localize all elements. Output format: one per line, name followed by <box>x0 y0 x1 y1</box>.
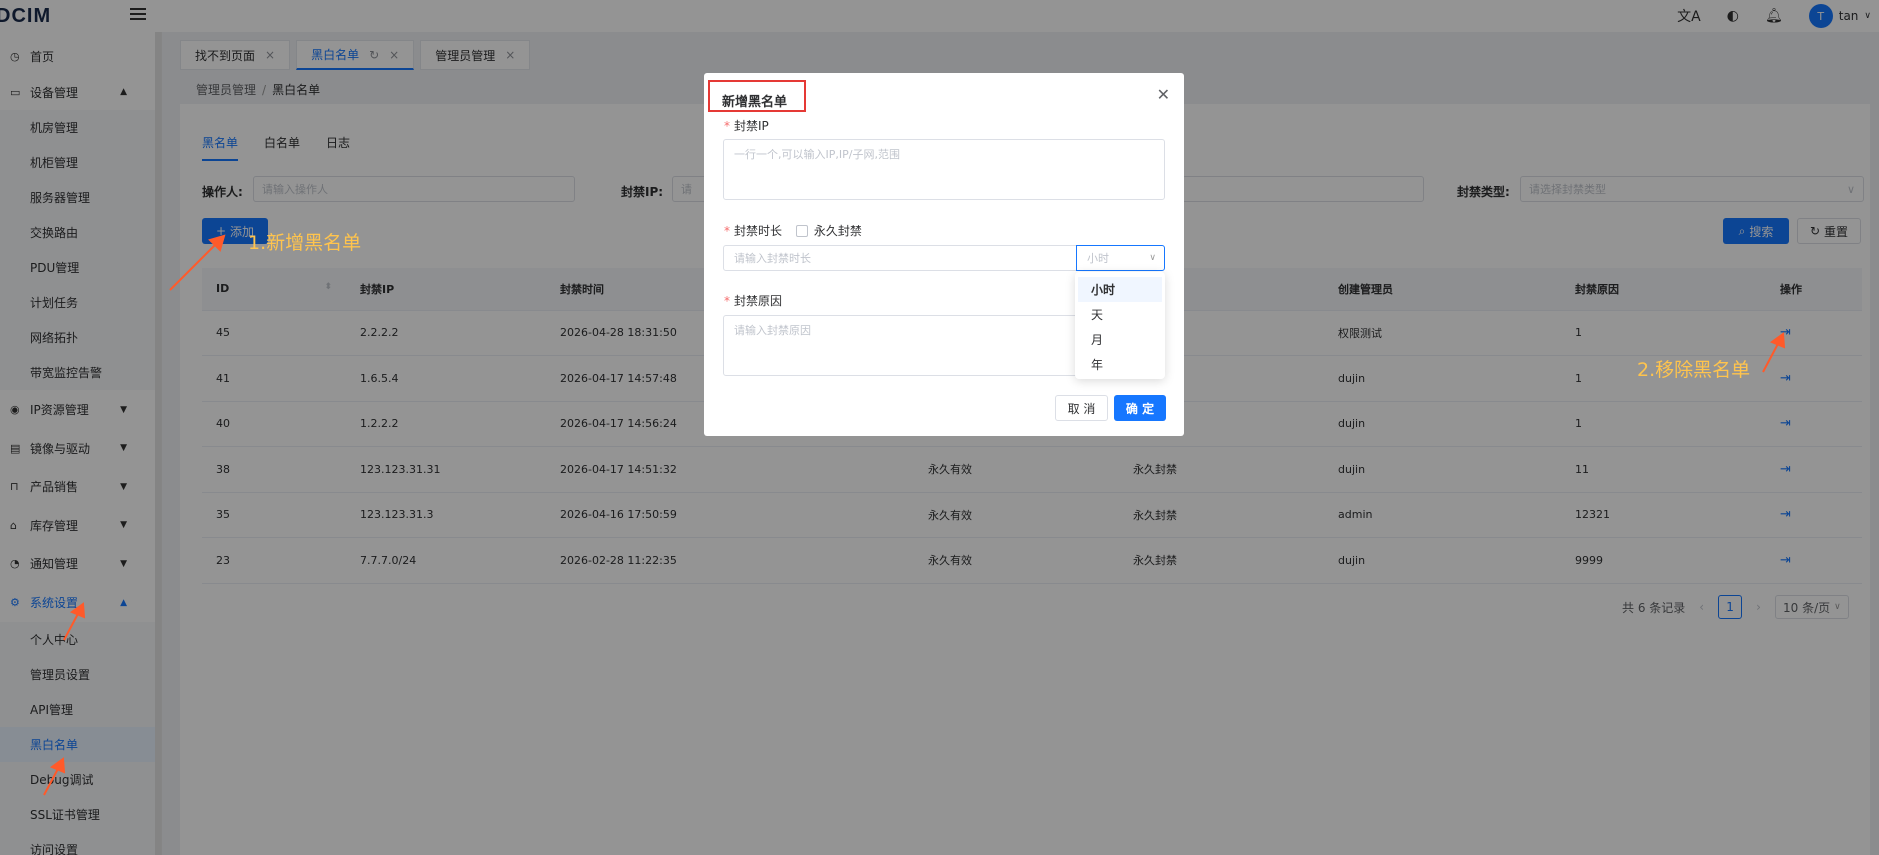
permanent-checkbox[interactable] <box>795 225 808 237</box>
cancel-button[interactable]: 取 消 <box>1055 395 1108 421</box>
chevron-down-icon: ∨ <box>1149 253 1156 263</box>
dialog-title: 新增黑名单 <box>722 95 788 110</box>
permanent-label[interactable]: 永久封禁 <box>814 224 862 238</box>
annotation-remove: 2.移除黑名单 <box>1637 359 1751 381</box>
unit-dropdown: 小时 天 月 年 <box>1075 272 1165 379</box>
duration-unit-select[interactable]: 小时 ∨ <box>1076 245 1165 271</box>
unit-option-day[interactable]: 天 <box>1078 302 1162 327</box>
duration-field-label: * 封禁时长 永久封禁 <box>724 224 862 238</box>
ip-field-label: * 封禁IP <box>724 119 769 133</box>
reason-field-label: * 封禁原因 <box>724 294 783 308</box>
add-blacklist-dialog: 新增黑名单 ✕ * 封禁IP 一行一个,可以输入IP,IP/子网,范围 * 封禁时长… <box>704 73 1184 436</box>
unit-option-month[interactable]: 月 <box>1078 327 1162 352</box>
unit-option-hour[interactable]: 小时 <box>1078 277 1162 302</box>
close-icon[interactable]: ✕ <box>1157 85 1170 104</box>
ip-textarea[interactable]: 一行一个,可以输入IP,IP/子网,范围 <box>723 139 1165 200</box>
annotation-add: 1.新增黑名单 <box>248 232 362 254</box>
unit-option-year[interactable]: 年 <box>1078 352 1162 377</box>
duration-input[interactable]: 请输入封禁时长 <box>723 245 1077 271</box>
confirm-button[interactable]: 确 定 <box>1114 395 1166 421</box>
